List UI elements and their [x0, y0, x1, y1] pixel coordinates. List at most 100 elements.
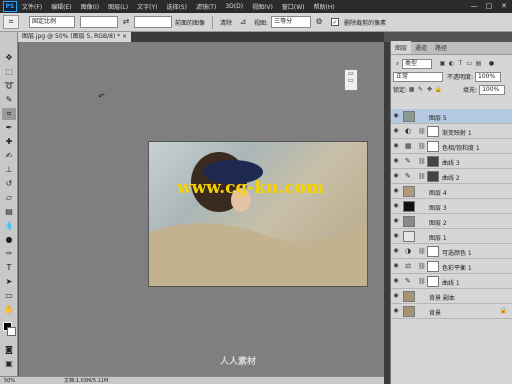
- tab-layers[interactable]: 图层: [391, 41, 412, 54]
- background-color-swatch[interactable]: [7, 327, 16, 336]
- smart-object-filter-icon[interactable]: ▤: [474, 59, 483, 68]
- lock-image-icon[interactable]: ✎: [416, 85, 425, 94]
- eyedropper-tool-icon[interactable]: ✒: [2, 122, 16, 134]
- layer-row-background[interactable]: ◉ 背景 🔒: [391, 304, 512, 319]
- menu-3d[interactable]: 3D(D): [225, 3, 243, 10]
- lock-position-icon[interactable]: ✥: [425, 85, 434, 94]
- document-image[interactable]: www.cg-ku.com: [148, 141, 368, 287]
- tab-paths[interactable]: 路径: [431, 41, 451, 54]
- crop-width-field[interactable]: [80, 16, 118, 28]
- filter-toggle-icon[interactable]: ●: [487, 59, 496, 68]
- menu-type[interactable]: 文字(Y): [137, 2, 157, 11]
- crop-tool-preset-icon[interactable]: ⌗: [3, 15, 19, 29]
- blur-tool-icon[interactable]: 💧: [2, 220, 16, 232]
- eye-icon[interactable]: ◉: [392, 142, 400, 150]
- shape-tool-icon[interactable]: ▭: [2, 290, 16, 302]
- layer-row-selective-color[interactable]: ◉ ◑ ⛓ 可选颜色 1: [391, 244, 512, 259]
- layer-kind-select[interactable]: 类型: [402, 58, 432, 69]
- overlay-view-select[interactable]: 三等分: [271, 16, 312, 28]
- menu-file[interactable]: 文件(F): [22, 2, 42, 11]
- tab-channels[interactable]: 通道: [411, 41, 431, 54]
- dodge-tool-icon[interactable]: ●: [2, 234, 16, 246]
- eye-icon[interactable]: ◉: [392, 127, 400, 135]
- fill-field[interactable]: 100%: [479, 84, 506, 95]
- adjustment-filter-icon[interactable]: ◐: [447, 59, 456, 68]
- eye-icon[interactable]: ◉: [392, 112, 400, 120]
- marquee-tool-icon[interactable]: ⬚: [2, 66, 16, 78]
- eye-icon[interactable]: ◉: [392, 277, 400, 285]
- eye-icon[interactable]: ◉: [392, 172, 400, 180]
- menu-edit[interactable]: 编辑(E): [51, 2, 71, 11]
- layer-row-layer-1[interactable]: ◉ 图层 1: [391, 229, 512, 244]
- lock-all-icon[interactable]: 🔒: [434, 85, 443, 94]
- swap-dimensions-icon[interactable]: ⇄: [120, 16, 132, 28]
- gradient-tool-icon[interactable]: ▤: [2, 206, 16, 218]
- layer-row-curves-1[interactable]: ◉ ✎ ⛓ 曲线 1: [391, 274, 512, 289]
- front-image-button[interactable]: 前面的图像: [175, 18, 205, 27]
- layer-mask-thumbnail[interactable]: [427, 276, 439, 287]
- healing-brush-tool-icon[interactable]: ✚: [2, 136, 16, 148]
- crop-style-select[interactable]: 固定比例: [29, 16, 75, 28]
- hand-tool-icon[interactable]: ✋: [2, 304, 16, 316]
- lasso-tool-icon[interactable]: ➰: [2, 80, 16, 92]
- clear-button[interactable]: 清除: [220, 18, 232, 27]
- zoom-level[interactable]: 50%: [4, 378, 34, 384]
- layer-row-layer-3[interactable]: ◉ 图层 3: [391, 199, 512, 214]
- menu-view[interactable]: 视图(V): [252, 2, 273, 11]
- delete-cropped-checkbox[interactable]: ✓: [331, 18, 340, 26]
- shape-filter-icon[interactable]: ▭: [465, 59, 474, 68]
- screen-mode-icon[interactable]: ▣: [2, 358, 16, 370]
- layer-row-curves-3[interactable]: ◉ ✎ ⛓ 曲线 3: [391, 154, 512, 169]
- layer-row-color-balance[interactable]: ◉ ⚖ ⛓ 色彩平衡 1: [391, 259, 512, 274]
- layer-row-curves-2[interactable]: ◉ ✎ ⛓ 曲线 2: [391, 169, 512, 184]
- type-filter-icon[interactable]: T: [456, 59, 465, 68]
- opacity-field[interactable]: 100%: [475, 71, 502, 82]
- menu-window[interactable]: 窗口(W): [282, 2, 305, 11]
- layer-row-background-copy[interactable]: ◉ 背景 副本: [391, 289, 512, 304]
- layer-row-layer-5[interactable]: ◉ 图层 5: [391, 109, 512, 124]
- crop-height-field[interactable]: [134, 16, 172, 28]
- pen-tool-icon[interactable]: ✑: [2, 248, 16, 260]
- minimize-button[interactable]: —: [468, 1, 480, 11]
- menu-image[interactable]: 图像(I): [81, 2, 99, 11]
- history-brush-tool-icon[interactable]: ↺: [2, 178, 16, 190]
- crop-tool-icon[interactable]: ⌗: [2, 108, 16, 120]
- eye-icon[interactable]: ◉: [392, 187, 400, 195]
- eye-icon[interactable]: ◉: [392, 217, 400, 225]
- navigator-widget[interactable]: ▭ ▭: [344, 69, 358, 91]
- brush-tool-icon[interactable]: ✍: [2, 150, 16, 162]
- layer-mask-thumbnail[interactable]: [427, 246, 439, 257]
- menu-select[interactable]: 选择(S): [166, 2, 187, 11]
- layer-row-gradient-map[interactable]: ◉ ◐ ⛓ 渐变映射 1: [391, 124, 512, 139]
- layer-mask-thumbnail[interactable]: [427, 126, 439, 137]
- eye-icon[interactable]: ◉: [392, 292, 400, 300]
- lock-pixels-icon[interactable]: ▦: [407, 85, 416, 94]
- type-tool-icon[interactable]: T: [2, 262, 16, 274]
- clone-stamp-tool-icon[interactable]: ⊥: [2, 164, 16, 176]
- eye-icon[interactable]: ◉: [392, 202, 400, 210]
- maximize-button[interactable]: □: [483, 1, 495, 11]
- quick-select-tool-icon[interactable]: ✎: [2, 94, 16, 106]
- layer-mask-thumbnail[interactable]: [427, 141, 439, 152]
- menu-layer[interactable]: 图层(L): [108, 2, 128, 11]
- straighten-icon[interactable]: ⊿: [237, 16, 249, 28]
- layer-mask-thumbnail[interactable]: [427, 156, 439, 167]
- layer-mask-thumbnail[interactable]: [427, 261, 439, 272]
- quick-mask-icon[interactable]: ◙: [2, 344, 16, 356]
- eye-icon[interactable]: ◉: [392, 232, 400, 240]
- close-button[interactable]: ✕: [498, 1, 510, 11]
- eraser-tool-icon[interactable]: ▱: [2, 192, 16, 204]
- document-tab[interactable]: 图层.jpg @ 50% (图层 5, RGB/8) * ×: [18, 32, 132, 42]
- eye-icon[interactable]: ◉: [392, 262, 400, 270]
- layer-row-layer-4[interactable]: ◉ 图层 4: [391, 184, 512, 199]
- menu-filter[interactable]: 滤镜(T): [196, 2, 216, 11]
- eye-icon[interactable]: ◉: [392, 247, 400, 255]
- blend-mode-select[interactable]: 正常: [393, 71, 443, 82]
- layer-row-layer-2[interactable]: ◉ 图层 2: [391, 214, 512, 229]
- gear-icon[interactable]: ⚙: [313, 16, 325, 28]
- layer-row-hue-saturation[interactable]: ◉ ▦ ⛓ 色相/饱和度 1: [391, 139, 512, 154]
- menu-help[interactable]: 帮助(H): [314, 2, 335, 11]
- pixel-filter-icon[interactable]: ▣: [438, 59, 447, 68]
- path-select-tool-icon[interactable]: ➤: [2, 276, 16, 288]
- eye-icon[interactable]: ◉: [392, 157, 400, 165]
